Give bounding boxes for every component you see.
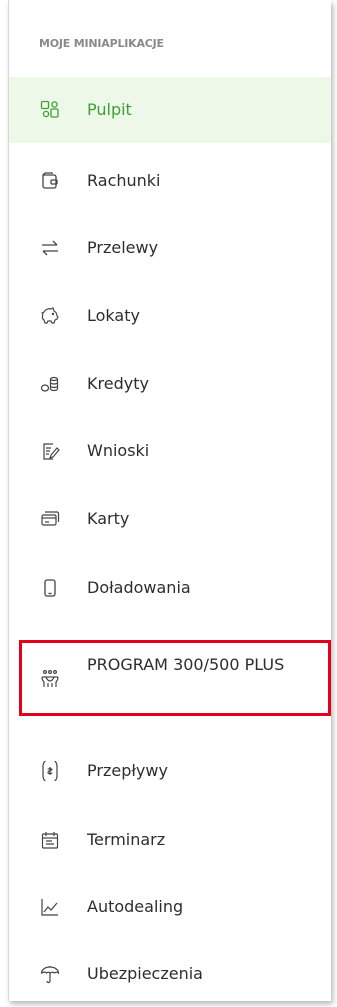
family-icon <box>40 669 60 689</box>
sidebar-item-label: Rachunki <box>87 171 161 190</box>
sidebar-item-label: Lokaty <box>87 306 140 325</box>
sidebar-item-label: PROGRAM 300/500 PLUS <box>87 655 285 674</box>
cashflow-icon <box>40 761 60 781</box>
sidebar-item-pulpit[interactable]: Pulpit <box>9 77 331 143</box>
sidebar-item-label: Doładowania <box>87 578 191 597</box>
sidebar-item-karty[interactable]: Karty <box>9 486 331 552</box>
sidebar-item-label: Kredyty <box>87 374 149 393</box>
sidebar-item-przelewy[interactable]: Przelewy <box>9 215 331 281</box>
transfer-arrows-icon <box>40 238 60 258</box>
section-title: MOJE MINIAPLIKACJE <box>39 37 164 50</box>
piggy-bank-icon <box>40 306 60 326</box>
sidebar-item-kredyty[interactable]: Kredyty <box>9 351 331 417</box>
umbrella-icon <box>40 964 60 984</box>
coins-icon <box>40 374 60 394</box>
sidebar-item-label: Przelewy <box>87 238 159 257</box>
calendar-icon <box>40 830 60 850</box>
sidebar-item-lokaty[interactable]: Lokaty <box>9 283 331 349</box>
document-pen-icon <box>40 441 60 461</box>
sidebar-item-label: Ubezpieczenia <box>87 964 203 983</box>
sidebar-item-label: Karty <box>87 509 130 528</box>
sidebar-item-autodealing[interactable]: Autodealing <box>9 874 331 940</box>
sidebar-item-wnioski[interactable]: Wnioski <box>9 418 331 484</box>
sidebar-item-rachunki[interactable]: Rachunki <box>9 148 331 214</box>
chart-line-icon <box>40 897 60 917</box>
phone-icon <box>40 578 60 598</box>
sidebar-item-label: Autodealing <box>87 897 184 916</box>
sidebar-item-doladowania[interactable]: Doładowania <box>9 555 331 621</box>
sidebar-item-label: Terminarz <box>87 830 166 849</box>
cards-icon <box>40 509 60 529</box>
wallet-icon <box>40 171 60 191</box>
miniapps-sidebar: MOJE MINIAPLIKACJE Pulpit Rachunki Przel… <box>8 0 331 1001</box>
sidebar-item-label: Pulpit <box>87 100 132 119</box>
sidebar-item-terminarz[interactable]: Terminarz <box>9 807 331 873</box>
sidebar-item-label: Wnioski <box>87 441 150 460</box>
sidebar-item-program-300-500-plus[interactable]: PROGRAM 300/500 PLUS <box>9 640 331 716</box>
sidebar-item-ubezpieczenia[interactable]: Ubezpieczenia <box>9 941 331 1001</box>
sidebar-item-label: Przepływy <box>87 761 168 780</box>
dashboard-icon <box>40 100 60 120</box>
stage: MOJE MINIAPLIKACJE Pulpit Rachunki Przel… <box>0 0 337 1007</box>
sidebar-item-przeplywy[interactable]: Przepływy <box>9 738 331 804</box>
